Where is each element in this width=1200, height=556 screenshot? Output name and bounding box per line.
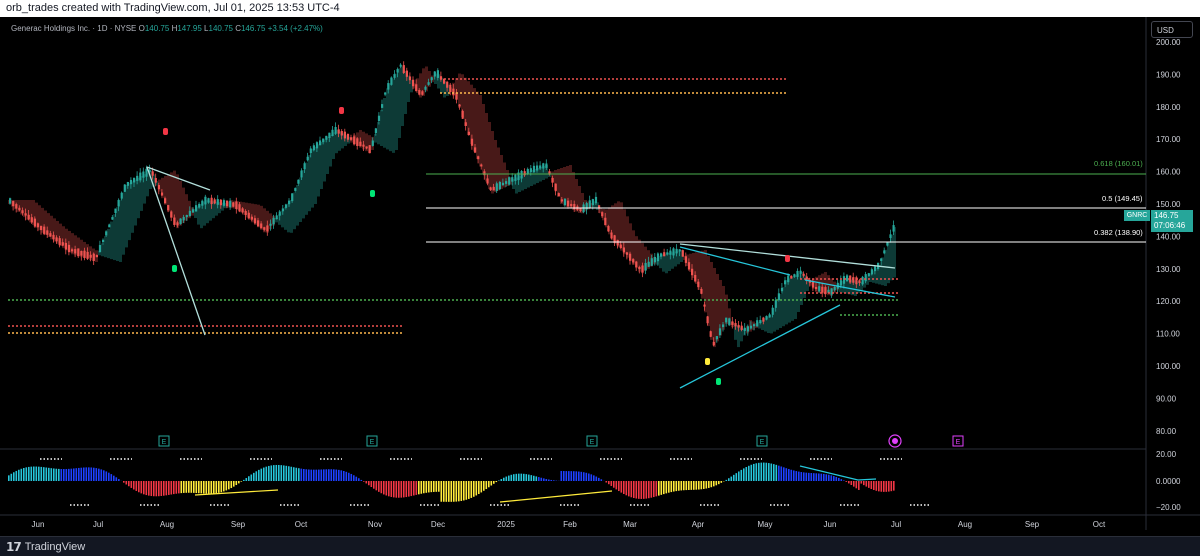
- oscillator-axis[interactable]: 20.00 0.0000 −20.00: [1156, 450, 1181, 512]
- time-axis-label: Oct: [295, 520, 308, 529]
- currency-selector[interactable]: USD: [1151, 21, 1193, 38]
- price-axis-label: 200.00: [1156, 38, 1181, 47]
- time-axis-label: Mar: [623, 520, 637, 529]
- symbol-badge: GNRC: [1124, 210, 1150, 221]
- chart-title: orb_trades created with TradingView.com,…: [6, 2, 340, 14]
- svg-text:E: E: [760, 439, 765, 446]
- last-price-badge: 146.75 07:06:46: [1151, 210, 1193, 232]
- earnings-marker[interactable]: E: [586, 435, 598, 447]
- time-axis-label: Oct: [1093, 520, 1106, 529]
- tradingview-logo-icon: 𝟭𝟳: [6, 540, 22, 554]
- svg-text:E: E: [370, 439, 375, 446]
- tradingview-logo-text: TradingView: [24, 541, 86, 553]
- oscillator-axis-label: −20.00: [1156, 503, 1181, 512]
- price-axis-label: 180.00: [1156, 103, 1181, 112]
- svg-text:E: E: [162, 439, 167, 446]
- chart-title-bar: orb_trades created with TradingView.com,…: [0, 0, 1200, 17]
- oscillator-axis-label: 20.00: [1156, 450, 1177, 459]
- bar-countdown: 07:06:46: [1154, 221, 1186, 230]
- price-axis-label: 120.00: [1156, 297, 1181, 306]
- time-axis-label: Aug: [160, 520, 174, 529]
- price-axis[interactable]: 200.00 190.00 180.00 170.00 160.00 150.00 140.…: [1156, 38, 1181, 436]
- svg-text:E: E: [956, 439, 961, 446]
- time-axis-label: Sep: [1025, 520, 1040, 529]
- symbol-name: Generac Holdings Inc. · 1D · NYSE: [11, 24, 137, 33]
- sell-signal-marker: [785, 255, 790, 262]
- price-chart[interactable]: E E E E E 200.00 190.00 180.00 170.00 160.00 150.…: [0, 17, 1200, 536]
- high-value: 147.95: [177, 24, 202, 33]
- price-axis-label: 140.00: [1156, 232, 1181, 241]
- last-price: 146.75: [1154, 211, 1179, 220]
- time-axis-label: Feb: [563, 520, 577, 529]
- buy-signal-marker: [172, 265, 177, 272]
- time-axis-label: Jun: [32, 520, 45, 529]
- time-axis-label: Jul: [93, 520, 103, 529]
- dividend-icon[interactable]: [888, 434, 902, 448]
- time-axis-label: 2025: [497, 520, 515, 529]
- time-axis-label: May: [757, 520, 772, 529]
- buy-signal-marker: [716, 378, 721, 385]
- fib-label-0382: 0.382 (138.90): [1094, 228, 1143, 237]
- svg-text:E: E: [590, 439, 595, 446]
- price-axis-label: 110.00: [1156, 330, 1180, 339]
- price-axis-label: 170.00: [1156, 135, 1181, 144]
- oscillator-histogram: [8, 458, 930, 506]
- fib-label-05: 0.5 (149.45): [1102, 194, 1143, 203]
- time-axis-label: Nov: [368, 520, 382, 529]
- sell-signal-marker: [339, 107, 344, 114]
- earnings-marker[interactable]: E: [366, 435, 378, 447]
- fib-label-0618: 0.618 (160.01): [1094, 159, 1143, 168]
- time-axis-label: Dec: [431, 520, 445, 529]
- time-axis-label: Jun: [824, 520, 837, 529]
- earnings-marker[interactable]: E: [756, 435, 768, 447]
- earnings-markers[interactable]: EEEEE: [158, 434, 964, 448]
- time-axis-label: Jul: [891, 520, 901, 529]
- sell-signal-marker: [163, 128, 168, 135]
- moving-average-ribbon: [8, 66, 896, 348]
- price-axis-label: 130.00: [1156, 265, 1181, 274]
- open-value: 140.75: [144, 24, 170, 33]
- close-value: 146.75: [240, 24, 266, 33]
- price-axis-label: 90.00: [1156, 394, 1177, 403]
- buy-signal-marker: [370, 190, 375, 197]
- footer: 𝟭𝟳 TradingView: [0, 536, 1200, 556]
- earnings-marker[interactable]: E: [952, 435, 964, 447]
- price-axis-label: 150.00: [1156, 200, 1181, 209]
- oscillator-axis-label: 0.0000: [1156, 477, 1181, 486]
- price-axis-label: 80.00: [1156, 427, 1177, 436]
- price-axis-label: 160.00: [1156, 168, 1181, 177]
- warning-signal-marker: [705, 358, 710, 365]
- symbol-legend: Generac Holdings Inc. · 1D · NYSE O140.7…: [11, 24, 323, 33]
- time-axis[interactable]: Jun Jul Aug Sep Oct Nov Dec 2025 Feb Mar Apr May Jun…: [32, 520, 1106, 529]
- price-axis-label: 100.00: [1156, 362, 1181, 371]
- time-axis-label: Aug: [958, 520, 972, 529]
- trend-lines[interactable]: [146, 166, 896, 389]
- time-axis-label: Apr: [692, 520, 705, 529]
- low-value: 140.75: [208, 24, 233, 33]
- price-axis-label: 190.00: [1156, 70, 1181, 79]
- tradingview-logo[interactable]: 𝟭𝟳 TradingView: [6, 540, 85, 554]
- time-axis-label: Sep: [231, 520, 246, 529]
- change-value: +3.54 (+2.47%): [267, 24, 323, 33]
- earnings-marker[interactable]: E: [158, 435, 170, 447]
